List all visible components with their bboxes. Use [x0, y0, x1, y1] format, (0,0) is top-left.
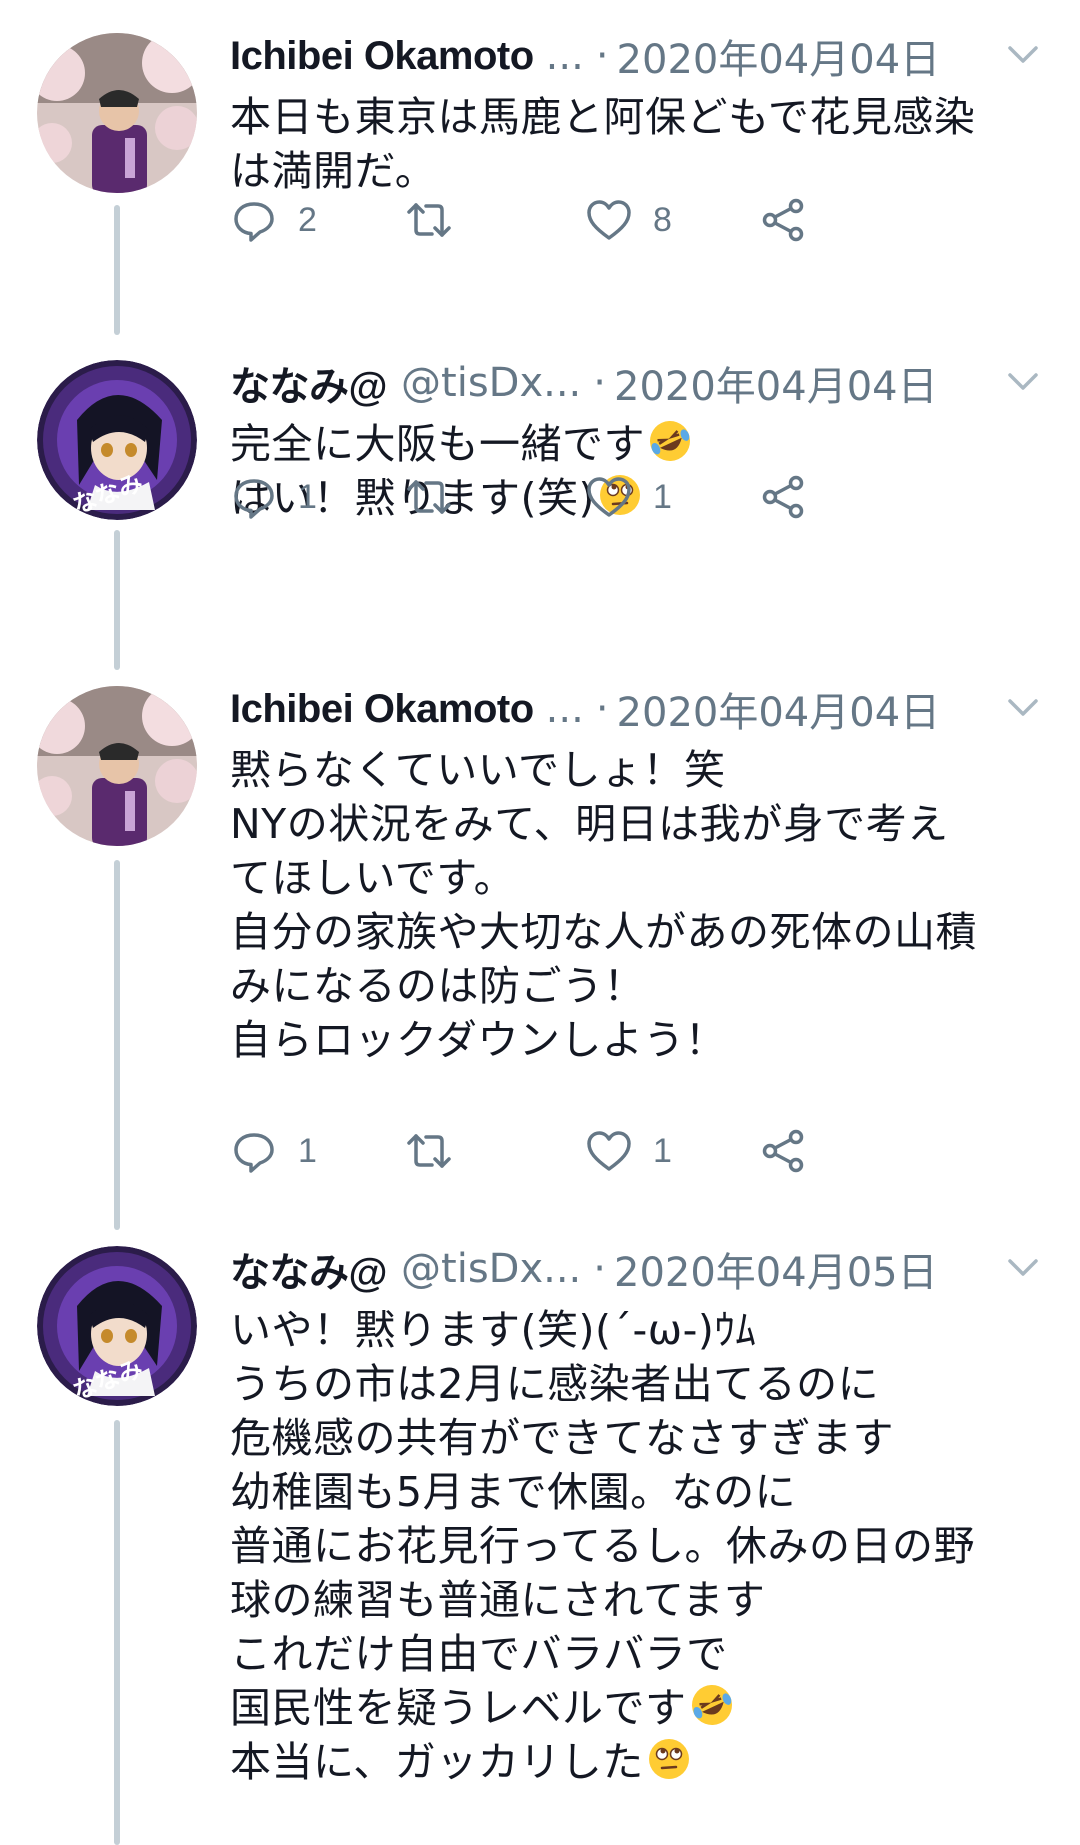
- text-line: 幼稚園も5月まで休園。なのに: [230, 1468, 797, 1516]
- separator-dot: ·: [593, 360, 606, 406]
- tweet-content: ななみ@ @tisDx... · 2020年04月05日 いや！黙ります(笑)(…: [230, 1241, 1040, 1789]
- avatar[interactable]: ななみ: [37, 1246, 197, 1406]
- share-icon: [762, 475, 804, 519]
- tweet-thread: Ichibei Okamoto ... · 2020年04月04日 本日も東京は…: [0, 0, 1080, 1845]
- text-line: うちの市は2月に感染者出てるのに: [230, 1360, 880, 1408]
- heart-icon: [587, 200, 631, 240]
- tweet-content: Ichibei Okamoto ... · 2020年04月04日 本日も東京は…: [230, 28, 1040, 198]
- separator-dot: ·: [595, 686, 609, 732]
- reply-button[interactable]: 1: [230, 1121, 317, 1181]
- avatar-nanami-image: ななみ: [37, 360, 197, 520]
- text-line: これだけ自由でバラバラで: [230, 1630, 728, 1678]
- avatar[interactable]: [37, 33, 197, 193]
- tweet-date[interactable]: 2020年04月05日: [614, 1240, 938, 1298]
- reply-button[interactable]: 1: [230, 467, 317, 527]
- heart-icon: [587, 1131, 631, 1171]
- tweet[interactable]: Ichibei Okamoto ... · 2020年04月04日 黙らなくてい…: [0, 653, 1080, 1213]
- share-button[interactable]: [760, 1121, 808, 1181]
- retweet-icon: [407, 1134, 451, 1168]
- share-button[interactable]: [760, 467, 808, 527]
- like-button[interactable]: 8: [585, 190, 672, 250]
- reply-button[interactable]: 2: [230, 190, 317, 250]
- text-line: 普通にお花見行ってるし。休みの日の野: [230, 1522, 975, 1570]
- heart-icon: [587, 477, 631, 517]
- share-icon: [762, 198, 804, 242]
- tweet-actions: 1 1: [230, 467, 930, 527]
- tweet-header: ななみ@ @tisDx... · 2020年04月05日: [230, 1241, 1040, 1297]
- avatar-ichibei-image: [37, 33, 197, 193]
- avatar[interactable]: [37, 686, 197, 846]
- reply-icon: [234, 1133, 274, 1173]
- text-line: 完全に大阪も一緒です: [230, 420, 645, 468]
- avatar[interactable]: ななみ: [37, 360, 197, 520]
- tweet-content: Ichibei Okamoto ... · 2020年04月04日 黙らなくてい…: [230, 681, 1040, 1067]
- rofl-emoji-icon: [650, 421, 690, 461]
- like-count: 8: [653, 200, 672, 239]
- reply-count: 1: [298, 477, 317, 516]
- tweet[interactable]: ななみ ななみ@ @tisDx... · 2020年04月05日 いや！黙ります…: [0, 1213, 1080, 1845]
- chevron-down-icon[interactable]: [1006, 695, 1040, 721]
- rolling-eyes-emoji-icon: [648, 1739, 689, 1779]
- text-line: 国民性を疑うレベルです: [230, 1684, 687, 1732]
- avatar-nanami-image: ななみ: [37, 1246, 197, 1406]
- tweet-text: 本日も東京は馬鹿と阿保どもで花見感染 は満開だ。: [230, 93, 976, 195]
- like-button[interactable]: 1: [585, 1121, 672, 1181]
- tweet-text: いや！黙ります(笑)(´-ω-)ｳﾑ うちの市は2月に感染者出てるのに 危機感の…: [230, 1303, 1040, 1789]
- like-button[interactable]: 1: [585, 467, 672, 527]
- rofl-emoji-icon: [691, 1685, 732, 1725]
- reply-count: 2: [298, 200, 317, 239]
- tweet[interactable]: ななみ ななみ@ @tisDx... · 2020年04月04日 完全に大阪も一…: [0, 327, 1080, 657]
- avatar-ichibei-image: [37, 686, 197, 846]
- tweet-actions: 1 1: [230, 1121, 930, 1181]
- chevron-down-icon[interactable]: [1006, 1255, 1040, 1281]
- retweet-button[interactable]: [405, 190, 453, 250]
- retweet-button[interactable]: [405, 467, 453, 527]
- separator-dot: ·: [595, 33, 609, 79]
- text-line: 危機感の共有ができてなさすぎます: [230, 1414, 894, 1462]
- tweet-header: Ichibei Okamoto ... · 2020年04月04日: [230, 28, 1040, 84]
- display-name[interactable]: Ichibei Okamoto: [230, 34, 534, 79]
- tweet-header: ななみ@ @tisDx... · 2020年04月04日: [230, 355, 1040, 411]
- name-ellipsis: ...: [545, 686, 584, 732]
- display-name[interactable]: ななみ@: [230, 354, 387, 412]
- tweet-header: Ichibei Okamoto ... · 2020年04月04日: [230, 681, 1040, 737]
- retweet-icon: [407, 203, 451, 237]
- share-icon: [762, 1129, 804, 1173]
- tweet-date[interactable]: 2020年04月04日: [614, 354, 938, 412]
- retweet-button[interactable]: [405, 1121, 453, 1181]
- tweet-actions: 2 8: [230, 190, 930, 250]
- display-name[interactable]: Ichibei Okamoto: [230, 687, 534, 732]
- reply-count: 1: [298, 1131, 317, 1170]
- retweet-icon: [407, 480, 451, 514]
- tweet[interactable]: Ichibei Okamoto ... · 2020年04月04日 本日も東京は…: [0, 0, 1080, 330]
- like-count: 1: [653, 477, 672, 516]
- tweet-text: 黙らなくていいでしょ！笑 NYの状況をみて、明日は我が身で考え てほしいです。 …: [230, 746, 977, 1064]
- reply-icon: [234, 202, 274, 242]
- like-count: 1: [653, 1131, 672, 1170]
- share-button[interactable]: [760, 190, 808, 250]
- display-name[interactable]: ななみ@: [230, 1240, 387, 1298]
- chevron-down-icon[interactable]: [1006, 369, 1040, 395]
- text-line: 本当に、ガッカリした: [230, 1738, 644, 1786]
- text-line: いや！黙ります(笑)(´-ω-)ｳﾑ: [230, 1306, 757, 1354]
- chevron-down-icon[interactable]: [1006, 42, 1040, 68]
- tweet-date[interactable]: 2020年04月04日: [617, 27, 941, 85]
- user-handle[interactable]: @tisDx...: [401, 1246, 581, 1292]
- reply-icon: [234, 479, 274, 519]
- tweet-date[interactable]: 2020年04月04日: [617, 680, 941, 738]
- name-ellipsis: ...: [545, 33, 584, 79]
- user-handle[interactable]: @tisDx...: [401, 360, 581, 406]
- separator-dot: ·: [593, 1246, 606, 1292]
- text-line: 球の練習も普通にされてます: [230, 1576, 766, 1624]
